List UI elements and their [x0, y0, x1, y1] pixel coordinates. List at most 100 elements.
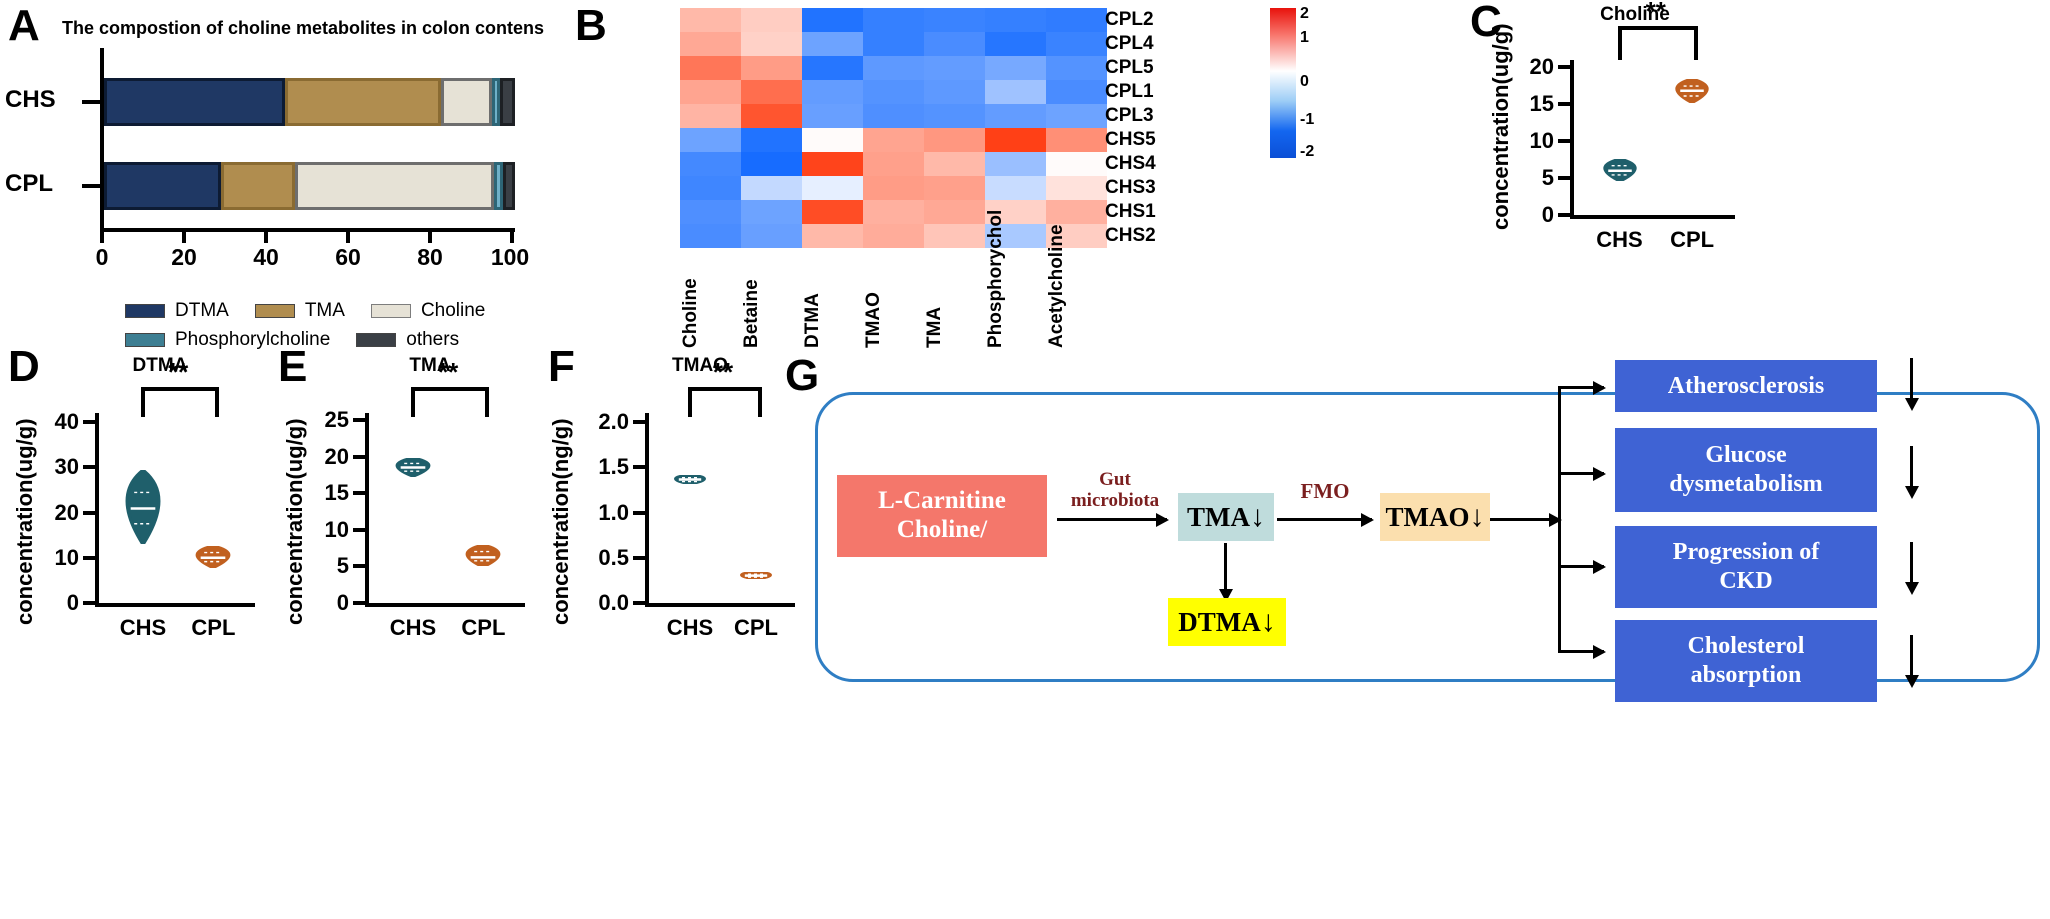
heatmap-cell [924, 176, 985, 200]
y-tick-label: 20 [54, 499, 79, 525]
arrow-tmao-to-branch [1490, 513, 1562, 527]
y-tick [1558, 176, 1570, 181]
y-tick-label: 0 [1541, 202, 1554, 227]
heatmap-colorbar [1270, 8, 1296, 158]
panel-g-pathway-diagram: G L-Carnitine Choline/ Gut microbiota TM… [780, 350, 2050, 710]
panel-c-title: Choline [1600, 4, 1670, 25]
heatmap-cell [924, 56, 985, 80]
x-tick-label-60: 60 [335, 244, 361, 270]
heatmap-cell [985, 32, 1046, 56]
panel-b-label: B [575, 1, 607, 50]
x-tick-label-20: 20 [171, 244, 197, 270]
y-tick [353, 418, 365, 423]
panel-a-stacked-bar: A The compostion of choline metabolites … [0, 0, 575, 360]
node-outcome-glucose: Glucose dysmetabolism [1615, 428, 1877, 512]
violin-shape-chs [674, 474, 706, 484]
bar-segment-choline [441, 78, 493, 126]
y-tick [353, 564, 365, 569]
y-tick-label: 20 [1529, 54, 1554, 80]
edge-label-fmo: FMO [1300, 479, 1350, 503]
y-tick-label: 0 [66, 590, 79, 615]
heatmap-cell [680, 200, 741, 224]
y-tick-label: 40 [54, 409, 79, 435]
heatmap-cell [802, 56, 863, 80]
node-dtma-label: DTMA [1178, 606, 1261, 637]
y-tick [633, 601, 645, 605]
y-tick-label: 1.5 [598, 454, 629, 480]
heatmap-cell [863, 152, 924, 176]
violin-shape-cpl [465, 544, 501, 567]
panel-b-heatmap: B CPL2 CPL4 CPL5 CPL1 CPL3 CHS5 CHS4 CHS3 CHS1 CH… [570, 0, 1470, 360]
heatmap-row [680, 80, 1107, 104]
heatmap-cell [741, 104, 802, 128]
heatmap-cell [863, 128, 924, 152]
heatmap-cell [741, 128, 802, 152]
heatmap-cell [802, 32, 863, 56]
panel-d-violin: D DTMA concentration(ug/g) 0 10 20 30 40 CHS C… [0, 345, 290, 675]
heatmap-row-label: CHS5 [1105, 129, 1156, 150]
legend-label-choline: Choline [420, 300, 486, 321]
heatmap-cell [741, 200, 802, 224]
x-tick-label-100: 100 [490, 244, 530, 270]
y-tick [83, 465, 95, 470]
panel-f-title: TMAO [672, 355, 728, 376]
heatmap-cell [802, 128, 863, 152]
y-tick [1558, 65, 1570, 70]
x-tick-label-cpl: CPL [461, 615, 506, 640]
violin-shape-chs [125, 469, 161, 545]
y-axis-line [1570, 60, 1574, 217]
down-arrow-out2 [1905, 446, 1919, 499]
heatmap-cell [924, 32, 985, 56]
node-out3-line2: CKD [1719, 568, 1773, 594]
down-arrow-icon-tmao: ↓ [1469, 500, 1485, 533]
panel-c-violin: C Choline concentration(ug/g) 0 5 10 15 20 CH… [1470, 0, 1760, 330]
significance-stars: ** [168, 357, 189, 387]
y-tick [633, 510, 645, 515]
heatmap-column-label: TMAO [863, 292, 884, 348]
colorbar-tick-label: 0 [1300, 73, 1309, 90]
arrow-branch-to-out2 [1558, 467, 1606, 481]
x-tick-label-chs: CHS [389, 615, 437, 640]
panel-d-label: D [8, 342, 40, 391]
heatmap-row-label: CPL1 [1105, 81, 1154, 102]
heatmap-cell [741, 32, 802, 56]
heatmap-row-labels: CPL2 CPL4 CPL5 CPL1 CPL3 CHS5 CHS4 CHS3 CHS1 CHS2 [1105, 8, 1156, 248]
node-out3-line1: Progression of [1672, 539, 1820, 566]
heatmap-cell [802, 176, 863, 200]
legend-label-tma: TMA [304, 300, 345, 321]
x-tick-label-cpl: CPL [734, 615, 778, 640]
heatmap-row-label: CHS4 [1105, 153, 1156, 174]
y-tick [1558, 139, 1570, 144]
legend-swatch-dtma [125, 304, 165, 318]
heatmap-cell [680, 128, 741, 152]
heatmap-cell [1046, 104, 1107, 128]
significance-bracket [411, 387, 490, 417]
heatmap-cell [863, 176, 924, 200]
panel-g-label: G [785, 351, 820, 400]
heatmap-cell [985, 104, 1046, 128]
panel-f-label: F [548, 342, 575, 391]
arrow-tma-to-tmao [1277, 513, 1374, 527]
heatmap-cell [802, 200, 863, 224]
bar-segment-dtma [104, 78, 285, 126]
heatmap-row-label: CPL5 [1105, 57, 1154, 78]
x-axis-line [95, 603, 255, 607]
node-tmao-label: TMAO [1385, 501, 1470, 532]
heatmap-cell [985, 176, 1046, 200]
heatmap-cell [863, 32, 924, 56]
heatmap-row-label: CHS1 [1105, 201, 1156, 222]
y-tick [83, 555, 95, 560]
y-tick-chs [82, 100, 100, 104]
heatmap-cell [1046, 128, 1107, 152]
legend-row-1: DTMA TMA Choline [125, 300, 555, 322]
x-tick-100 [510, 232, 514, 243]
x-tick-0 [100, 232, 104, 243]
bar-segment-others [499, 78, 515, 126]
y-tick-label: 30 [54, 454, 79, 480]
node-out2-line2: dysmetabolism [1669, 471, 1823, 497]
heatmap-row [680, 224, 1107, 248]
node-outcome-atherosclerosis: Atherosclerosis [1615, 360, 1877, 412]
heatmap-cell [802, 104, 863, 128]
heatmap-row-label: CHS2 [1105, 225, 1156, 246]
heatmap-cell [802, 80, 863, 104]
